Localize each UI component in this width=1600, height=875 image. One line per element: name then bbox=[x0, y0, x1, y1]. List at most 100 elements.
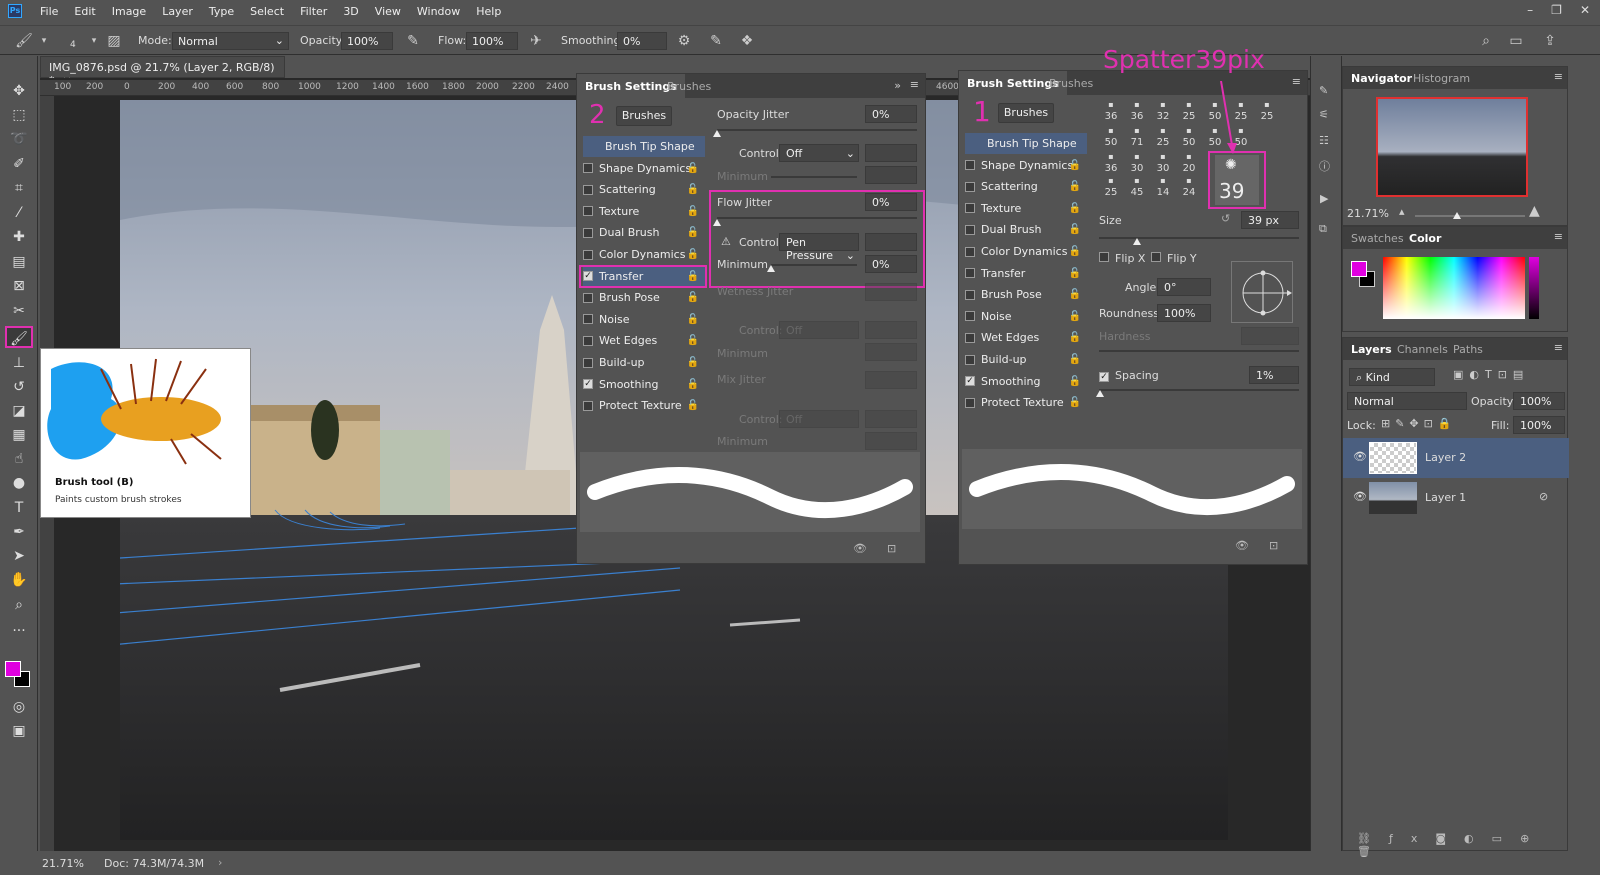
panel-menu-icon[interactable]: ≡ bbox=[1554, 70, 1563, 83]
minimum-input-2[interactable]: 0% bbox=[865, 255, 917, 273]
brush-tip-size[interactable]: 32 bbox=[1151, 111, 1175, 122]
properties-icon[interactable]: ☷ bbox=[1319, 134, 1329, 147]
option-build-up[interactable]: Build-up 🔓 bbox=[965, 349, 1087, 370]
roundness-input[interactable]: 100% bbox=[1157, 304, 1211, 322]
navigator-zoom-slider[interactable] bbox=[1415, 215, 1525, 217]
slider-knob[interactable] bbox=[1096, 390, 1104, 397]
checkbox[interactable] bbox=[965, 289, 975, 300]
panel-menu-icon[interactable]: ≡ bbox=[910, 78, 919, 91]
layer-fill-input[interactable]: 100% bbox=[1513, 416, 1565, 434]
lock-icon[interactable]: 🔓 bbox=[687, 335, 699, 346]
chevron-down-icon[interactable]: ▾ bbox=[84, 31, 104, 51]
minimum-input-1[interactable] bbox=[865, 166, 917, 184]
lock-icon[interactable]: 🔓 bbox=[1069, 160, 1081, 171]
zoom-out-icon[interactable]: ▴ bbox=[1399, 205, 1405, 218]
brush-tip-size[interactable]: 25 bbox=[1177, 111, 1201, 122]
spacing-input[interactable]: 1% bbox=[1249, 366, 1299, 384]
lock-icon[interactable]: 🔓 bbox=[1069, 203, 1081, 214]
brush-tip-size[interactable]: 25 bbox=[1099, 187, 1123, 198]
checkbox[interactable] bbox=[965, 268, 975, 279]
stamp-tool-icon[interactable]: ⊥ bbox=[5, 352, 33, 374]
option-dual-brush[interactable]: Dual Brush 🔓 bbox=[583, 222, 705, 243]
lock-icon[interactable]: 🔓 bbox=[1069, 332, 1081, 343]
lock-icon[interactable]: 🔓 bbox=[687, 357, 699, 368]
zoom-in-icon[interactable]: ▲ bbox=[1529, 203, 1540, 219]
lock-icon[interactable]: 🔓 bbox=[687, 314, 699, 325]
minimum-slider-2[interactable] bbox=[771, 264, 857, 266]
brush-tip-icon[interactable]: ▪ bbox=[1099, 176, 1123, 185]
scissors-tool-icon[interactable]: ✂ bbox=[5, 300, 33, 322]
more-tools-icon[interactable]: ··· bbox=[5, 620, 33, 642]
lock-icon[interactable]: 🔓 bbox=[687, 184, 699, 195]
healing-brush-tool-icon[interactable]: ✚ bbox=[5, 226, 33, 248]
brush-tip-size[interactable]: 30 bbox=[1125, 163, 1149, 174]
tab-paths[interactable]: Paths bbox=[1445, 338, 1491, 360]
option-protect-texture[interactable]: Protect Texture 🔓 bbox=[583, 395, 705, 416]
layer-name[interactable]: Layer 1 bbox=[1425, 491, 1466, 504]
lock-icon[interactable]: 🔓 bbox=[1069, 224, 1081, 235]
selected-brush-tip[interactable]: ✺ 39 bbox=[1215, 155, 1259, 205]
brush-tip-icon[interactable]: ▪ bbox=[1151, 176, 1175, 185]
layer-filter-icons[interactable]: ▣◐T⊡▤ bbox=[1453, 368, 1529, 381]
brush-tip-icon[interactable]: ▪ bbox=[1099, 100, 1123, 109]
checkbox[interactable] bbox=[965, 160, 975, 171]
opacity-jitter-slider[interactable] bbox=[717, 129, 917, 131]
brush-tip-icon[interactable]: ▪ bbox=[1255, 100, 1279, 109]
crop-tool-icon[interactable]: ⌗ bbox=[5, 177, 33, 199]
checkbox[interactable] bbox=[965, 311, 975, 322]
option-build-up[interactable]: Build-up 🔓 bbox=[583, 352, 705, 373]
reset-size-icon[interactable]: ↺ bbox=[1221, 212, 1230, 225]
menu-type[interactable]: Type bbox=[201, 5, 242, 18]
brushes-button[interactable]: Brushes bbox=[998, 103, 1054, 123]
slider-knob[interactable] bbox=[767, 265, 775, 272]
panel-menu-icon[interactable]: ≡ bbox=[1292, 75, 1301, 88]
menu-view[interactable]: View bbox=[367, 5, 409, 18]
control-select-2[interactable]: Pen Pressure ⌄ bbox=[779, 233, 859, 262]
checkbox[interactable] bbox=[965, 203, 975, 214]
option-color-dynamics[interactable]: Color Dynamics 🔓 bbox=[583, 244, 705, 265]
checkbox[interactable] bbox=[583, 400, 593, 411]
lock-icon[interactable]: 🔓 bbox=[687, 163, 699, 174]
pressure-opacity-icon[interactable]: ✎ bbox=[403, 31, 423, 51]
menu-image[interactable]: Image bbox=[104, 5, 154, 18]
eraser-tool-icon[interactable]: ◪ bbox=[5, 400, 33, 422]
collapse-icon[interactable]: » bbox=[894, 79, 901, 92]
brush-tip-size[interactable]: 36 bbox=[1099, 111, 1123, 122]
play-icon[interactable]: ▶ bbox=[1320, 192, 1328, 205]
brush-tip-size[interactable]: 45 bbox=[1125, 187, 1149, 198]
brush-tip-icon[interactable]: ▪ bbox=[1177, 100, 1201, 109]
size-slider[interactable] bbox=[1099, 237, 1299, 239]
checkbox[interactable] bbox=[583, 335, 593, 346]
lock-icon[interactable]: 🔓 bbox=[687, 249, 699, 260]
brush-tip-icon[interactable]: ▪ bbox=[1125, 152, 1149, 161]
option-brush-pose[interactable]: Brush Pose 🔓 bbox=[583, 287, 705, 308]
zoom-level[interactable]: 21.71% bbox=[42, 857, 84, 870]
lock-icon[interactable]: 🔓 bbox=[1069, 246, 1081, 257]
brush-tip-icon[interactable]: ▪ bbox=[1125, 126, 1149, 135]
menu-filter[interactable]: Filter bbox=[292, 5, 335, 18]
lock-icon[interactable]: 🔓 bbox=[687, 227, 699, 238]
layer-row[interactable]: 👁 Layer 2 bbox=[1343, 438, 1569, 478]
panel-menu-icon[interactable]: ≡ bbox=[1554, 341, 1563, 354]
symmetry-icon[interactable]: ❖ bbox=[737, 31, 757, 51]
brush-tip-icon[interactable]: ▪ bbox=[1177, 152, 1201, 161]
slider-knob[interactable] bbox=[1133, 238, 1141, 245]
checkbox[interactable] bbox=[583, 184, 593, 195]
option-texture[interactable]: Texture 🔓 bbox=[965, 198, 1087, 219]
lasso-tool-icon[interactable]: ➰ bbox=[5, 128, 33, 150]
lock-icon[interactable]: 🔓 bbox=[1069, 268, 1081, 279]
marquee-tool-icon[interactable]: ⬚ bbox=[5, 104, 33, 126]
navigator-zoom[interactable]: 21.71% bbox=[1347, 207, 1389, 220]
option-smoothing[interactable]: ✓ Smoothing 🔓 bbox=[965, 371, 1087, 392]
brush-tip-icon[interactable]: ▪ bbox=[1151, 100, 1175, 109]
brush-tip-size[interactable]: 50 bbox=[1099, 137, 1123, 148]
search-icon[interactable]: ⌕ bbox=[1476, 31, 1496, 51]
filter-kind-select[interactable]: ⌕ Kind bbox=[1349, 368, 1435, 386]
menu-edit[interactable]: Edit bbox=[66, 5, 103, 18]
lock-icon[interactable]: 🔓 bbox=[1069, 354, 1081, 365]
color-spectrum[interactable] bbox=[1383, 257, 1525, 319]
foreground-color-swatch[interactable] bbox=[5, 661, 21, 677]
airbrush-icon[interactable]: ✈ bbox=[526, 31, 546, 51]
checkbox[interactable] bbox=[583, 206, 593, 217]
pressure-size-icon[interactable]: ✎ bbox=[706, 31, 726, 51]
